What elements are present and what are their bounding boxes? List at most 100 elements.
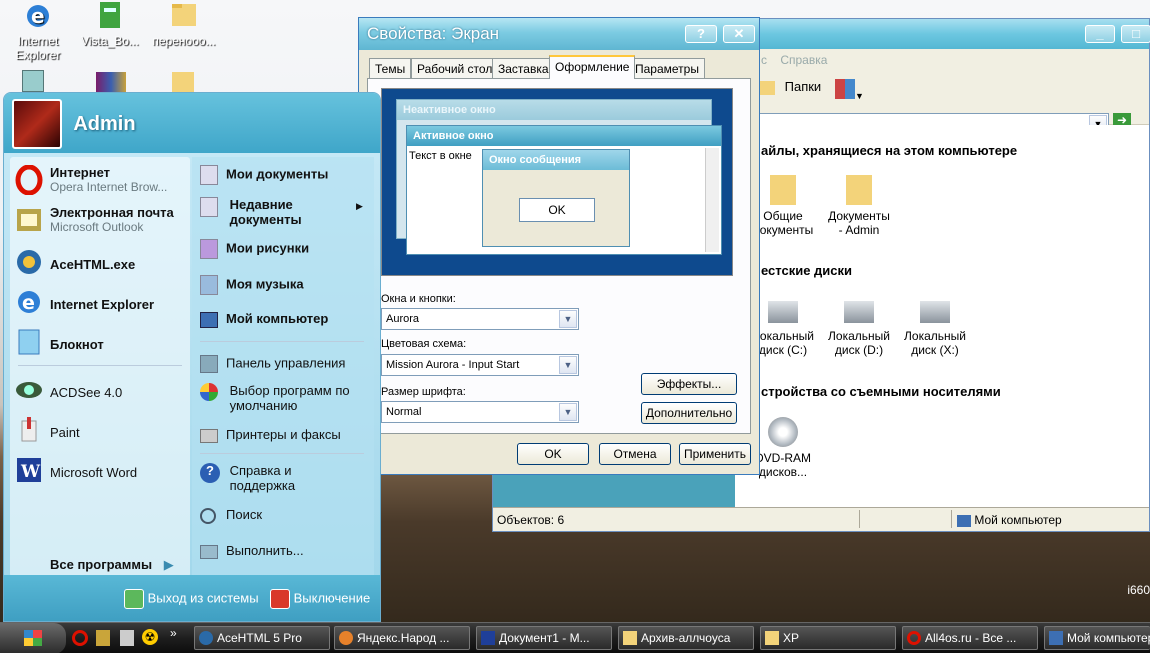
start-item-acdsee[interactable]: ACDSee 4.0 bbox=[50, 385, 122, 400]
quicklaunch-chevron[interactable]: » bbox=[170, 626, 177, 640]
start-right-printers[interactable]: Принтеры и факсы bbox=[200, 427, 341, 443]
desktop-icon-ie[interactable]: e Internet Explorer bbox=[0, 0, 76, 62]
opera-icon bbox=[907, 631, 921, 645]
separator bbox=[18, 365, 182, 366]
start-right-my-docs[interactable]: Мои документы bbox=[200, 165, 328, 185]
apply-button[interactable]: Применить bbox=[679, 443, 751, 465]
all-programs-button[interactable]: Все программы ▶ bbox=[50, 557, 174, 573]
status-location-label: Мой компьютер bbox=[974, 513, 1062, 527]
item-disk-x[interactable]: Локальный диск (X:) bbox=[895, 301, 975, 357]
start-item-email[interactable]: Электронная почта Microsoft Outlook bbox=[50, 205, 174, 234]
start-item-title: Мои документы bbox=[226, 166, 329, 182]
folder-icon bbox=[168, 0, 200, 32]
corner-text: i660 bbox=[1127, 583, 1150, 597]
color-scheme-select[interactable]: Mission Aurora - Input Start ▼ bbox=[381, 354, 579, 376]
start-right-control-panel[interactable]: Панель управления bbox=[200, 355, 345, 373]
logoff-icon bbox=[124, 589, 144, 609]
calculator-icon[interactable] bbox=[120, 630, 134, 646]
start-right-search[interactable]: Поиск bbox=[200, 507, 262, 524]
start-item-word[interactable]: Microsoft Word bbox=[50, 465, 137, 480]
acehtml-icon bbox=[199, 631, 213, 645]
start-right-default-programs[interactable]: Выбор программ по умолчанию bbox=[200, 383, 350, 413]
start-item-ie[interactable]: Internet Explorer bbox=[50, 297, 154, 312]
computer-icon bbox=[200, 311, 218, 328]
desktop-app-icon[interactable] bbox=[22, 70, 44, 92]
start-menu: Admin Интернет Opera Internet Brow... Эл… bbox=[3, 92, 381, 622]
pictures-icon bbox=[200, 239, 218, 259]
hard-disk-icon bbox=[920, 301, 950, 323]
windows-buttons-label: Окна и кнопки: bbox=[381, 293, 456, 305]
views-button[interactable]: ▼ bbox=[835, 79, 869, 101]
effects-button[interactable]: Эффекты... bbox=[641, 373, 737, 395]
start-item-notepad[interactable]: Блокнот bbox=[50, 337, 104, 352]
task-acehtml[interactable]: AceHTML 5 Pro bbox=[194, 626, 330, 650]
item-label: - Admin bbox=[838, 223, 880, 237]
task-word-doc[interactable]: Документ1 - М... bbox=[476, 626, 612, 650]
radiation-icon[interactable]: ☢ bbox=[142, 629, 158, 645]
quicklaunch-icon[interactable] bbox=[96, 630, 110, 646]
task-archive[interactable]: Архив-аллчоуса bbox=[618, 626, 754, 650]
start-item-acehtml[interactable]: AceHTML.exe bbox=[50, 257, 135, 272]
shutdown-button[interactable]: Выключение bbox=[270, 589, 370, 609]
start-item-paint[interactable]: Paint bbox=[50, 425, 80, 440]
tab-desktop[interactable]: Рабочий стол bbox=[411, 58, 499, 78]
start-right-run[interactable]: Выполнить... bbox=[200, 543, 304, 559]
item-admin-docs[interactable]: Документы - Admin bbox=[819, 175, 899, 237]
task-label: Яндекс.Народ ... bbox=[357, 631, 450, 645]
notepad-icon bbox=[14, 327, 44, 357]
chevron-down-icon: ▼ bbox=[559, 356, 577, 374]
task-yandex[interactable]: Яндекс.Народ ... bbox=[334, 626, 470, 650]
close-button[interactable]: ✕ bbox=[723, 25, 755, 43]
tab-screensaver[interactable]: Заставка bbox=[492, 58, 555, 78]
start-button[interactable] bbox=[0, 623, 66, 653]
firefox-icon bbox=[339, 631, 353, 645]
start-menu-places: Мои документы Недавние документы ▶ Мои ри… bbox=[192, 157, 374, 577]
folders-button[interactable]: Папки bbox=[759, 79, 821, 95]
folder-icon bbox=[623, 631, 637, 645]
start-right-pictures[interactable]: Мои рисунки bbox=[200, 239, 309, 259]
font-size-label: Размер шрифта: bbox=[381, 386, 466, 398]
item-disk-d[interactable]: Локальный диск (D:) bbox=[819, 301, 899, 357]
outlook-icon bbox=[14, 205, 44, 235]
control-panel-icon bbox=[200, 355, 218, 373]
winrar-icon[interactable] bbox=[96, 72, 126, 92]
task-my-computer[interactable]: Мой компьютер bbox=[1044, 626, 1150, 650]
tab-settings[interactable]: Параметры bbox=[629, 58, 705, 78]
ok-button[interactable]: OK bbox=[517, 443, 589, 465]
advanced-button[interactable]: Дополнительно bbox=[641, 402, 737, 424]
help-button[interactable]: ? bbox=[685, 25, 717, 43]
start-item-title: Поиск bbox=[226, 507, 263, 522]
section-removable-heading: стройства со съемными носителями bbox=[761, 384, 1001, 399]
tab-appearance[interactable]: Оформление bbox=[549, 55, 636, 79]
opera-quicklaunch-icon[interactable] bbox=[72, 630, 88, 646]
start-right-recent[interactable]: Недавние документы ▶ bbox=[200, 197, 363, 227]
start-right-computer[interactable]: Мой компьютер bbox=[200, 311, 328, 328]
cancel-button[interactable]: Отмена bbox=[599, 443, 671, 465]
avatar[interactable] bbox=[12, 99, 62, 149]
windows-buttons-select[interactable]: Aurora ▼ bbox=[381, 308, 579, 330]
start-item-internet[interactable]: Интернет Opera Internet Brow... bbox=[50, 165, 167, 194]
paint-icon bbox=[14, 415, 44, 445]
power-icon bbox=[270, 589, 290, 609]
maximize-button[interactable]: □ bbox=[1121, 25, 1150, 43]
help-icon: ? bbox=[200, 463, 220, 483]
minimize-button[interactable]: _ bbox=[1085, 25, 1115, 43]
desktop-icon-folder[interactable]: перенооо... bbox=[146, 0, 222, 48]
menu-help[interactable]: Справка bbox=[780, 53, 827, 67]
folder-icon[interactable] bbox=[172, 72, 194, 92]
status-bar: Объектов: 6 Мой компьютер bbox=[493, 507, 1149, 531]
menu-fragment[interactable]: с bbox=[761, 53, 767, 67]
start-right-music[interactable]: Моя музыка bbox=[200, 275, 304, 295]
tab-themes[interactable]: Темы bbox=[369, 58, 412, 78]
task-xp[interactable]: XP bbox=[760, 626, 896, 650]
desktop-icon-label: перенооо... bbox=[152, 34, 216, 48]
opera-icon bbox=[14, 164, 44, 196]
start-right-help[interactable]: ? Справка и поддержка bbox=[200, 463, 295, 493]
font-size-select[interactable]: Normal ▼ bbox=[381, 401, 579, 423]
start-menu-footer: Выход из системы Выключение bbox=[4, 575, 380, 621]
task-all4os[interactable]: All4os.ru - Все ... bbox=[902, 626, 1038, 650]
desktop-icon-vista[interactable]: Vista_Bo... bbox=[72, 0, 148, 48]
logoff-button[interactable]: Выход из системы bbox=[124, 589, 259, 609]
item-label: Локальный bbox=[904, 329, 966, 343]
windows-buttons-value: Aurora bbox=[386, 313, 420, 325]
